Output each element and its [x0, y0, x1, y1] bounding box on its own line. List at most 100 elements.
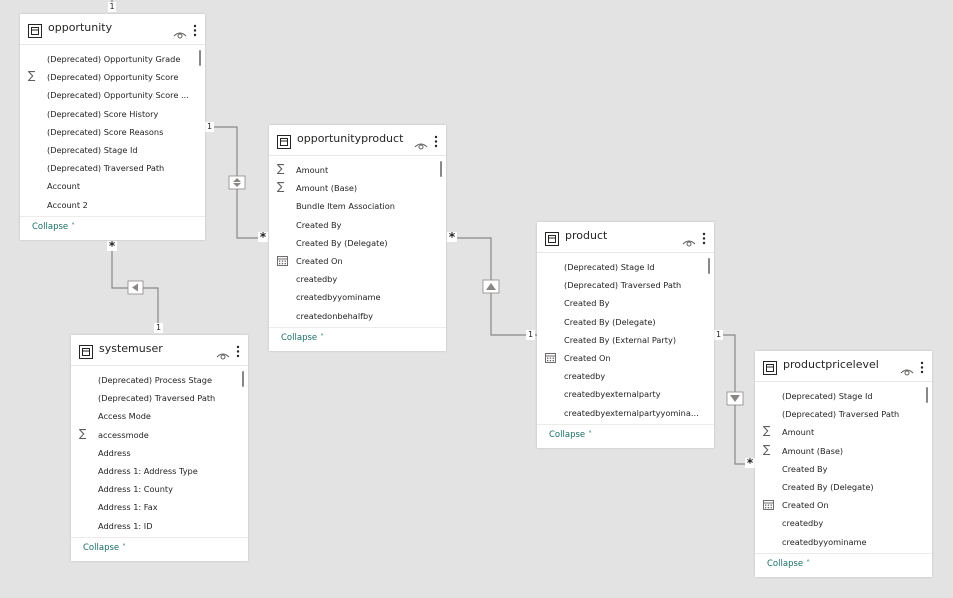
more-options-icon[interactable]	[434, 133, 438, 148]
field-item[interactable]: Created On	[755, 496, 932, 514]
field-item[interactable]: ∑ Amount	[269, 161, 446, 179]
field-list[interactable]: (Deprecated) Stage Id (Deprecated) Traver…	[537, 258, 714, 422]
field-item[interactable]: createdbyyominame	[269, 288, 446, 306]
collapse-button[interactable]: Collapse ˄	[83, 543, 126, 553]
field-item[interactable]: Account	[20, 177, 205, 195]
scrollbar-thumb[interactable]	[926, 387, 928, 403]
collapse-button[interactable]: Collapse ˄	[281, 333, 324, 343]
card-header[interactable]: opportunityproduct	[269, 125, 446, 156]
eye-icon[interactable]	[414, 136, 428, 150]
eye-icon[interactable]	[216, 346, 230, 360]
chevron-up-icon: ˄	[320, 333, 325, 342]
collapse-button[interactable]: Collapse ˄	[32, 222, 75, 232]
field-item[interactable]: createdby	[269, 270, 446, 288]
scrollbar-thumb[interactable]	[440, 161, 442, 177]
field-item[interactable]: ∑ Amount	[755, 423, 932, 441]
collapse-button[interactable]: Collapse ˄	[767, 559, 810, 569]
sigma-icon: ∑	[79, 426, 87, 440]
collapse-row: Collapse ˄	[71, 537, 248, 562]
field-item[interactable]: Created By	[755, 460, 932, 478]
cardinality-one-product-right: 1	[714, 330, 723, 340]
field-item[interactable]: ∑ Amount (Base)	[269, 179, 446, 197]
field-list[interactable]: (Deprecated) Process Stage (Deprecated) T…	[71, 371, 248, 535]
scrollbar-thumb[interactable]	[708, 258, 710, 274]
field-item[interactable]: Access Mode	[71, 407, 248, 425]
table-card-productpricelevel[interactable]: productpricelevel (Deprecated) Stage Id (D…	[755, 351, 932, 577]
more-options-icon[interactable]	[193, 22, 197, 37]
field-label: Created By (Delegate)	[296, 237, 388, 248]
field-item[interactable]: Address 1: Fax	[71, 498, 248, 516]
more-options-icon[interactable]	[702, 230, 706, 245]
field-item[interactable]: Address 1: County	[71, 480, 248, 498]
scrollbar-thumb[interactable]	[242, 371, 244, 387]
table-title: productpricelevel	[783, 358, 879, 371]
field-label: (Deprecated) Score Reasons	[47, 126, 164, 137]
field-item[interactable]: ∑ Amount (Base)	[755, 442, 932, 460]
card-header[interactable]: product	[537, 222, 714, 253]
collapse-button[interactable]: Collapse ˄	[549, 430, 592, 440]
field-item[interactable]: Created By (Delegate)	[755, 478, 932, 496]
card-header[interactable]: systemuser	[71, 335, 248, 366]
field-label: Address	[98, 447, 131, 458]
field-label: Created By	[296, 219, 342, 230]
field-item[interactable]: (Deprecated) Traversed Path	[537, 276, 714, 294]
field-list[interactable]: (Deprecated) Stage Id (Deprecated) Traver…	[755, 387, 932, 551]
field-item[interactable]: (Deprecated) Score Reasons	[20, 123, 205, 141]
field-item[interactable]: Created By	[537, 294, 714, 312]
field-label: Access Mode	[98, 411, 151, 422]
sigma-icon: ∑	[763, 424, 771, 438]
field-item[interactable]: Created On	[269, 252, 446, 270]
field-label: (Deprecated) Traversed Path	[782, 409, 900, 420]
field-label: Address 1: Fax	[98, 502, 158, 513]
field-item[interactable]: (Deprecated) Opportunity Grade	[20, 50, 205, 68]
field-item[interactable]: (Deprecated) Opportunity Score ...	[20, 86, 205, 104]
table-title: product	[565, 229, 608, 242]
field-item[interactable]: Address 1: Address Type	[71, 462, 248, 480]
field-item[interactable]: (Deprecated) Traversed Path	[20, 159, 205, 177]
field-item[interactable]: (Deprecated) Process Stage	[71, 371, 248, 389]
field-item[interactable]: createdbyyominame	[755, 533, 932, 551]
cardinality-many-opportunityproduct-right: *	[447, 230, 457, 244]
field-item[interactable]: createdbyexternalpartyyomina...	[537, 404, 714, 422]
eye-icon[interactable]	[900, 362, 914, 376]
card-header[interactable]: productpricelevel	[755, 351, 932, 382]
more-options-icon[interactable]	[920, 359, 924, 374]
field-item[interactable]: Created By	[269, 216, 446, 234]
table-card-systemuser[interactable]: systemuser (Deprecated) Process Stage (Dep…	[71, 335, 248, 561]
field-item[interactable]: createdonbehalfby	[269, 307, 446, 325]
field-item[interactable]: Created By (External Party)	[537, 331, 714, 349]
eye-icon[interactable]	[173, 25, 187, 39]
bidirectional-filter-icon	[228, 175, 246, 190]
table-card-product[interactable]: product (Deprecated) Stage Id (Deprecated)…	[537, 222, 714, 448]
field-item[interactable]: (Deprecated) Stage Id	[537, 258, 714, 276]
field-item[interactable]: Bundle Item Association	[269, 197, 446, 215]
field-item[interactable]: Created By (Delegate)	[537, 313, 714, 331]
field-item[interactable]: Created On	[537, 349, 714, 367]
field-item[interactable]: createdbyexternalparty	[537, 385, 714, 403]
field-item[interactable]: Address	[71, 444, 248, 462]
field-item[interactable]: ∑ (Deprecated) Opportunity Score	[20, 68, 205, 86]
eye-icon[interactable]	[682, 233, 696, 247]
scrollbar-thumb[interactable]	[199, 50, 201, 66]
field-item[interactable]: (Deprecated) Score History	[20, 105, 205, 123]
field-label: (Deprecated) Traversed Path	[98, 393, 216, 404]
calendar-icon	[545, 352, 556, 363]
field-item[interactable]: createdby	[755, 514, 932, 532]
card-header[interactable]: opportunity	[20, 14, 205, 45]
field-item[interactable]: ∑ accessmode	[71, 426, 248, 444]
field-item[interactable]: (Deprecated) Traversed Path	[755, 405, 932, 423]
field-list[interactable]: (Deprecated) Opportunity Grade ∑ (Deprecat…	[20, 50, 205, 214]
field-item[interactable]: Account 2	[20, 196, 205, 214]
field-item[interactable]: Address 1: ID	[71, 517, 248, 535]
field-item[interactable]: (Deprecated) Stage Id	[20, 141, 205, 159]
more-options-icon[interactable]	[236, 343, 240, 358]
field-label: Created By (Delegate)	[564, 316, 656, 327]
field-label: Account 2	[47, 199, 88, 210]
field-item[interactable]: Created By (Delegate)	[269, 234, 446, 252]
field-item[interactable]: createdby	[537, 367, 714, 385]
field-item[interactable]: (Deprecated) Stage Id	[755, 387, 932, 405]
field-item[interactable]: (Deprecated) Traversed Path	[71, 389, 248, 407]
field-list[interactable]: ∑ Amount ∑ Amount (Base) Bundle Item Associa…	[269, 161, 446, 325]
table-card-opportunity[interactable]: opportunity (Deprecated) Opportunity Grad…	[20, 14, 205, 240]
table-card-opportunityproduct[interactable]: opportunityproduct ∑ Amount ∑ Amount (Base) B…	[269, 125, 446, 351]
